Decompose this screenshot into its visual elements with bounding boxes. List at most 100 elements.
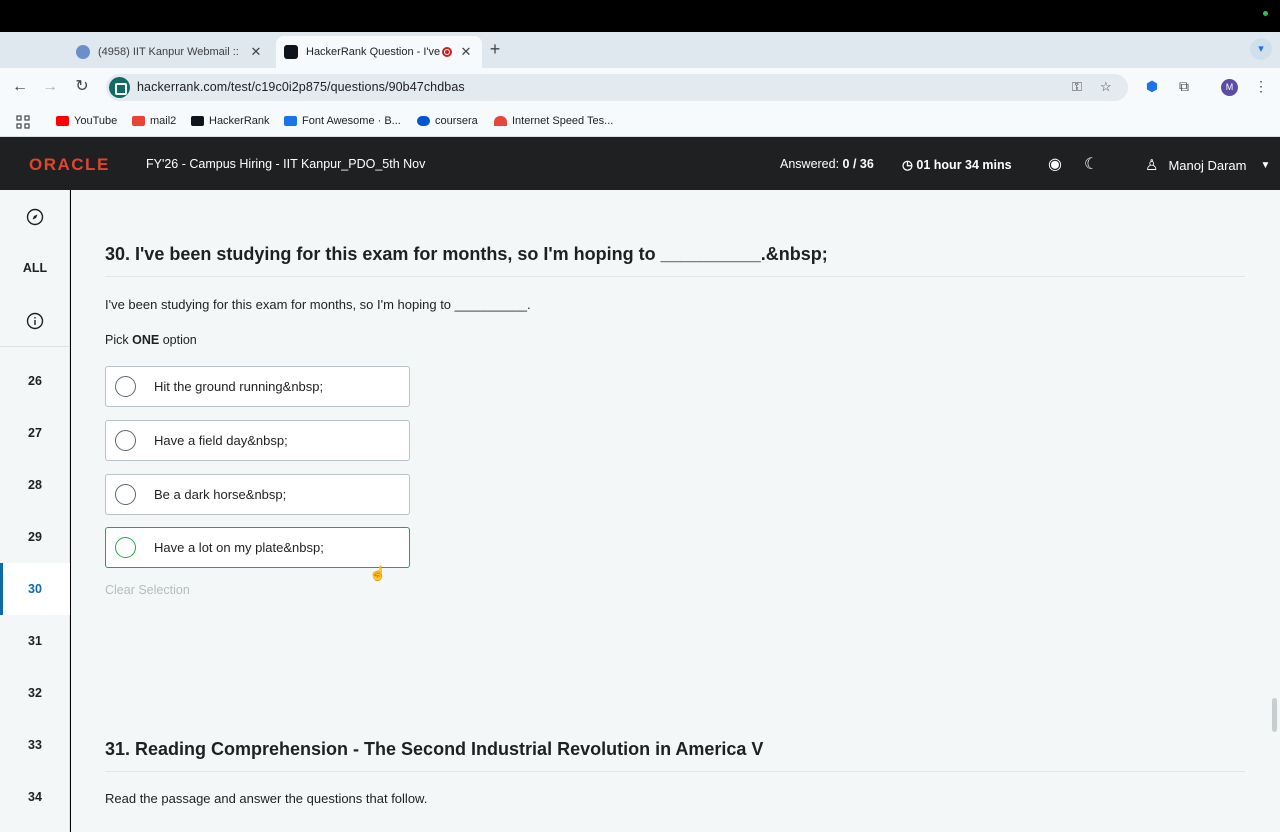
- pick-prefix: Pick: [105, 333, 129, 347]
- compass-icon[interactable]: [0, 190, 70, 242]
- forward-icon[interactable]: →: [40, 77, 60, 97]
- nav-all[interactable]: ALL: [0, 242, 70, 294]
- bookmark-label: Internet Speed Tes...: [512, 115, 614, 127]
- pick-suffix: option: [162, 333, 197, 347]
- bookmark-coursera[interactable]: coursera: [417, 115, 478, 127]
- tab-webmail[interactable]: (4958) IIT Kanpur Webmail :: ✕: [68, 36, 272, 68]
- tab-title: HackerRank Question - I've: [306, 46, 441, 58]
- radio-button[interactable]: [115, 537, 136, 558]
- bookmark-hackerrank[interactable]: HackerRank: [191, 115, 270, 127]
- bookmark-mail2[interactable]: mail2: [132, 115, 176, 127]
- clock-icon: ◷: [902, 158, 913, 172]
- coursera-icon: [417, 116, 430, 126]
- question-body: I've been studying for this exam for mon…: [105, 297, 531, 312]
- radio-button[interactable]: [115, 430, 136, 451]
- next-question-body: Read the passage and answer the question…: [105, 791, 428, 806]
- title-divider: [105, 276, 1245, 277]
- caret-down-icon: ▼: [1260, 159, 1271, 171]
- nav-question-32[interactable]: 32: [0, 667, 70, 719]
- nav-question-33[interactable]: 33: [0, 719, 70, 771]
- title-divider: [105, 771, 1245, 772]
- hand-cursor-icon: ☝: [369, 565, 387, 581]
- extensions-puzzle-icon[interactable]: ⧉: [1175, 78, 1193, 95]
- profile-avatar[interactable]: M: [1221, 79, 1238, 96]
- new-tab-icon[interactable]: +: [486, 39, 504, 60]
- question-nav: ALL 26 27 28 29 30 31 32 33 34: [0, 190, 70, 832]
- address-bar[interactable]: hackerrank.com/test/c19c0i2p875/question…: [106, 74, 1128, 101]
- speedometer-icon: [494, 116, 507, 126]
- radio-button[interactable]: [115, 376, 136, 397]
- next-question-title: 31. Reading Comprehension - The Second I…: [105, 739, 764, 759]
- info-icon[interactable]: [0, 294, 70, 346]
- timer-value: 01 hour 34 mins: [916, 158, 1012, 172]
- bookmarks-bar: YouTube mail2 HackerRank Font Awesome · …: [0, 106, 1280, 137]
- user-name: Manoj Daram: [1168, 157, 1247, 173]
- answered-counter: Answered: 0 / 36: [780, 157, 874, 171]
- site-info-icon[interactable]: [109, 77, 130, 98]
- youtube-icon: [56, 116, 69, 126]
- back-icon[interactable]: ←: [10, 77, 30, 97]
- bookmark-label: mail2: [150, 115, 177, 127]
- font-awesome-icon: [284, 116, 297, 126]
- question-content: 30. I've been studying for this exam for…: [71, 190, 1280, 832]
- test-header: ORACLE FY'26 - Campus Hiring - IIT Kanpu…: [0, 137, 1280, 190]
- gmail-icon: [132, 116, 145, 126]
- nav-question-29[interactable]: 29: [0, 511, 70, 563]
- bookmark-label: HackerRank: [209, 115, 270, 127]
- kebab-menu-icon[interactable]: ⋮: [1252, 78, 1270, 95]
- nav-question-27[interactable]: 27: [0, 407, 70, 459]
- radio-button[interactable]: [115, 484, 136, 505]
- option-label: Be a dark horse&nbsp;: [154, 487, 287, 502]
- eye-icon[interactable]: ◉: [1048, 154, 1062, 174]
- clear-selection-button[interactable]: Clear Selection: [105, 583, 190, 597]
- bookmark-label: YouTube: [74, 115, 118, 127]
- answered-label: Answered:: [780, 157, 840, 171]
- close-tab-icon[interactable]: ✕: [458, 44, 474, 60]
- nav-question-26[interactable]: 26: [0, 355, 70, 407]
- tab-search-icon[interactable]: ▾: [1250, 38, 1272, 60]
- bookmark-star-icon[interactable]: ☆: [1100, 79, 1112, 95]
- pick-instruction: Pick ONE option: [105, 333, 197, 347]
- option-label: Hit the ground running&nbsp;: [154, 379, 324, 394]
- browser-tab-strip: (4958) IIT Kanpur Webmail :: ✕ HackerRan…: [0, 32, 1280, 68]
- option-3[interactable]: Be a dark horse&nbsp;: [105, 474, 410, 515]
- user-menu[interactable]: ♙ Manoj Daram ▼: [1145, 156, 1270, 174]
- answered-value: 0 / 36: [842, 157, 874, 171]
- bookmark-label: coursera: [435, 115, 478, 127]
- bookmark-label: Font Awesome · B...: [302, 115, 401, 127]
- pick-strong: ONE: [132, 333, 160, 347]
- webmail-favicon-icon: [76, 45, 90, 59]
- scrollbar-thumb[interactable]: [1272, 698, 1277, 732]
- option-label: Have a field day&nbsp;: [154, 433, 288, 448]
- hackerrank-favicon-icon: [284, 45, 298, 59]
- close-tab-icon[interactable]: ✕: [248, 44, 264, 60]
- reload-icon[interactable]: ↻: [72, 77, 92, 97]
- extension-icon[interactable]: ⬢: [1143, 78, 1161, 95]
- bookmark-font-awesome[interactable]: Font Awesome · B...: [284, 115, 401, 127]
- tab-title: (4958) IIT Kanpur Webmail ::: [98, 46, 239, 58]
- option-2[interactable]: Have a field day&nbsp;: [105, 420, 410, 461]
- nav-question-31[interactable]: 31: [0, 615, 70, 667]
- timer: ◷ 01 hour 34 mins: [902, 157, 1012, 172]
- nav-question-34[interactable]: 34: [0, 771, 70, 823]
- apps-grid-icon[interactable]: [16, 115, 30, 129]
- option-label: Have a lot on my plate&nbsp;: [154, 540, 324, 555]
- password-key-icon[interactable]: ⚿: [1072, 79, 1082, 95]
- user-icon: ♙: [1145, 157, 1159, 174]
- bookmark-youtube[interactable]: YouTube: [56, 115, 117, 127]
- dark-mode-moon-icon[interactable]: ☾: [1084, 154, 1098, 174]
- screen: (4958) IIT Kanpur Webmail :: ✕ HackerRan…: [0, 0, 1280, 832]
- nav-divider: [0, 346, 70, 347]
- nav-question-28[interactable]: 28: [0, 459, 70, 511]
- tab-hackerrank[interactable]: HackerRank Question - I've ✕: [276, 36, 482, 68]
- recording-icon: [442, 47, 452, 57]
- option-1[interactable]: Hit the ground running&nbsp;: [105, 366, 410, 407]
- mac-menubar: [0, 0, 1280, 32]
- question-title: 30. I've been studying for this exam for…: [105, 244, 828, 264]
- nav-question-30[interactable]: 30: [0, 563, 70, 615]
- oracle-logo: ORACLE: [29, 155, 110, 174]
- status-dot: [1263, 11, 1268, 16]
- option-4[interactable]: Have a lot on my plate&nbsp;: [105, 527, 410, 568]
- bookmark-speedtest[interactable]: Internet Speed Tes...: [494, 115, 613, 127]
- test-name: FY'26 - Campus Hiring - IIT Kanpur_PDO_5…: [146, 157, 426, 171]
